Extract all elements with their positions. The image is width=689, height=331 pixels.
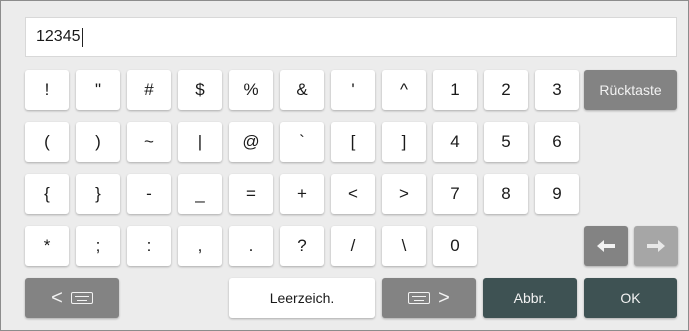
key-1[interactable]: 1	[433, 70, 477, 110]
key-double-quote[interactable]: "	[76, 70, 120, 110]
key-minus[interactable]: -	[127, 174, 171, 214]
keyboard-icon	[70, 292, 93, 304]
key-underscore[interactable]: _	[178, 174, 222, 214]
key-less-than[interactable]: <	[331, 174, 375, 214]
key-comma[interactable]: ,	[178, 226, 222, 266]
key-2[interactable]: 2	[484, 70, 528, 110]
arrow-left-icon	[597, 240, 615, 252]
key-equals[interactable]: =	[229, 174, 273, 214]
cancel-button[interactable]: Abbr.	[483, 278, 577, 318]
key-left-paren[interactable]: (	[25, 122, 69, 162]
key-left-brace[interactable]: {	[25, 174, 69, 214]
chevron-right-icon: >	[438, 287, 450, 309]
input-value: 12345	[36, 28, 81, 45]
key-colon[interactable]: :	[127, 226, 171, 266]
next-layout-button[interactable]: >	[382, 278, 476, 318]
key-greater-than[interactable]: >	[382, 174, 426, 214]
key-asterisk[interactable]: *	[25, 226, 69, 266]
key-at[interactable]: @	[229, 122, 273, 162]
cursor-right-button[interactable]	[634, 226, 678, 266]
key-0[interactable]: 0	[433, 226, 477, 266]
key-caret[interactable]: ^	[382, 70, 426, 110]
keyboard-icon	[408, 292, 431, 304]
space-button[interactable]: Leerzeich.	[229, 278, 375, 318]
key-left-bracket[interactable]: [	[331, 122, 375, 162]
key-apostrophe[interactable]: '	[331, 70, 375, 110]
key-6[interactable]: 6	[535, 122, 579, 162]
key-7[interactable]: 7	[433, 174, 477, 214]
ok-button[interactable]: OK	[584, 278, 677, 318]
key-right-paren[interactable]: )	[76, 122, 120, 162]
key-plus[interactable]: +	[280, 174, 324, 214]
chevron-left-icon: <	[51, 287, 63, 309]
arrow-right-icon	[647, 240, 665, 252]
key-4[interactable]: 4	[433, 122, 477, 162]
key-right-brace[interactable]: }	[76, 174, 120, 214]
key-8[interactable]: 8	[484, 174, 528, 214]
cursor-left-button[interactable]	[584, 226, 628, 266]
key-hash[interactable]: #	[127, 70, 171, 110]
key-backtick[interactable]: `	[280, 122, 324, 162]
text-input[interactable]: 12345	[25, 17, 677, 57]
key-backslash[interactable]: \	[382, 226, 426, 266]
keyboard-panel: 12345 ! " # $ % & ' ^ 1 2 3 Rücktaste ( …	[0, 0, 689, 331]
key-tilde[interactable]: ~	[127, 122, 171, 162]
previous-layout-button[interactable]: <	[25, 278, 119, 318]
key-3[interactable]: 3	[535, 70, 579, 110]
key-5[interactable]: 5	[484, 122, 528, 162]
key-period[interactable]: .	[229, 226, 273, 266]
key-slash[interactable]: /	[331, 226, 375, 266]
key-exclamation[interactable]: !	[25, 70, 69, 110]
key-9[interactable]: 9	[535, 174, 579, 214]
text-cursor	[81, 27, 83, 47]
backspace-button[interactable]: Rücktaste	[584, 70, 677, 110]
key-ampersand[interactable]: &	[280, 70, 324, 110]
key-pipe[interactable]: |	[178, 122, 222, 162]
key-semicolon[interactable]: ;	[76, 226, 120, 266]
key-question[interactable]: ?	[280, 226, 324, 266]
key-dollar[interactable]: $	[178, 70, 222, 110]
key-right-bracket[interactable]: ]	[382, 122, 426, 162]
key-percent[interactable]: %	[229, 70, 273, 110]
